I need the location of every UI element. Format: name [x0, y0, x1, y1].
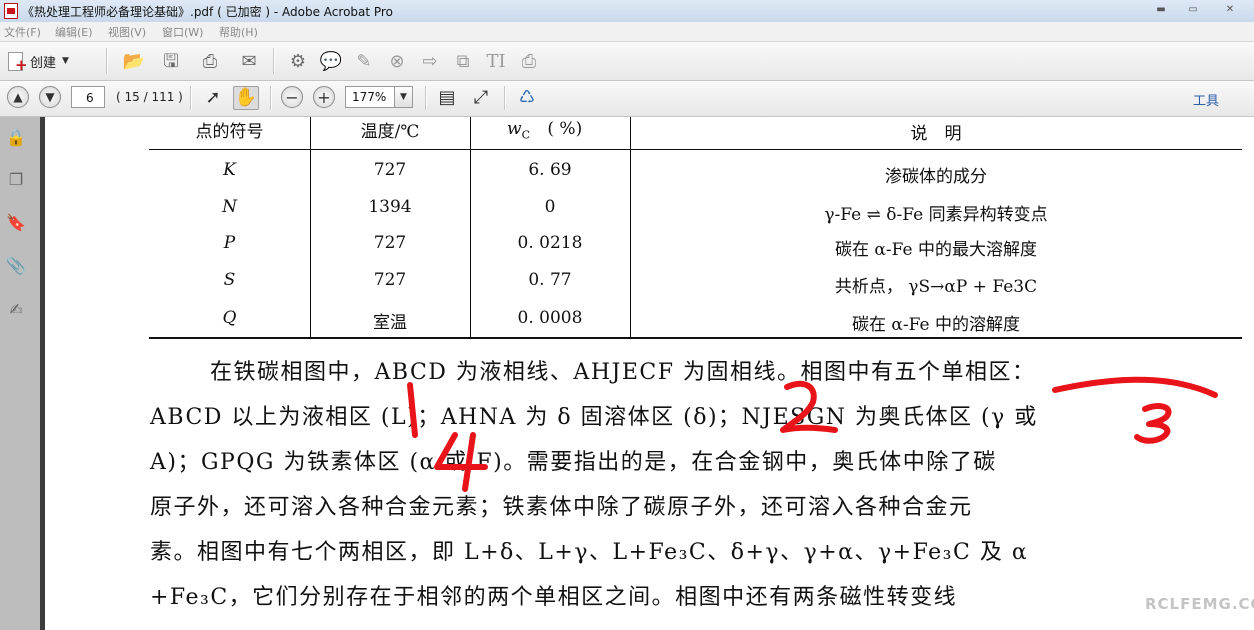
row-symbol: P — [223, 233, 236, 253]
body-text-line: 原子外，还可溶入各种合金元素；铁素体中除了碳原子外，还可溶入各种合金元 — [150, 495, 973, 520]
minimize-button[interactable]: ▬ — [1148, 2, 1174, 18]
text-icon[interactable]: TI — [485, 51, 507, 73]
printer-alt-icon[interactable]: ⎙ — [518, 51, 540, 73]
zoom-level-input[interactable]: 177% — [345, 86, 395, 108]
annotation-3-stroke — [1134, 403, 1172, 444]
title-bar: 《热处理工程师必备理论基础》.pdf ( 已加密 ) - Adobe Acrob… — [0, 0, 1254, 23]
hand-tool-icon[interactable]: ✋ — [233, 86, 259, 110]
combine-icon[interactable]: ⧉ — [452, 51, 474, 73]
row-symbol: S — [223, 270, 236, 290]
attachments-icon[interactable]: 📎 — [6, 255, 26, 275]
create-label: 创建 — [30, 55, 57, 71]
menu-edit[interactable]: 编辑(E) — [55, 24, 93, 40]
email-icon[interactable]: ✉ — [236, 51, 262, 73]
folder-open-icon[interactable]: 📂 — [121, 51, 147, 73]
row-desc: 共析点， γS→αP + Fe3C — [834, 277, 1038, 297]
fit-page-icon[interactable]: ▤ — [436, 87, 458, 109]
print-icon[interactable]: ⎙ — [198, 51, 222, 73]
body-text-line: ABCD 以上为液相区 (L)；AHNA 为 δ 固溶体区 (δ)；NJESGN… — [150, 405, 1038, 430]
close-button[interactable]: ✕ — [1212, 2, 1248, 18]
table-header-rule — [149, 149, 1242, 150]
acrobat-app-icon — [4, 3, 18, 19]
comment-icon[interactable]: 💬 — [320, 51, 342, 73]
zoom-dropdown-icon[interactable]: ▼ — [395, 86, 413, 108]
row-temp: 727 — [373, 160, 407, 180]
wc-subscript: C — [521, 128, 530, 142]
row-symbol: K — [223, 160, 236, 180]
row-desc: γ-Fe ⇌ δ-Fe 同素异构转变点 — [824, 205, 1048, 225]
select-tool-icon[interactable]: ➚ — [202, 87, 224, 109]
page-thumbnails-icon[interactable]: ❐ — [6, 169, 26, 189]
row-temp: 1394 — [368, 197, 412, 217]
navigation-toolbar: ▲ ▼ 6 ( 15 / 111 ) ➚ ✋ − + 177% ▼ ▤ ⤢ ♺ … — [0, 81, 1254, 117]
menu-window[interactable]: 窗口(W) — [162, 24, 203, 40]
table-col-divider — [630, 117, 631, 337]
row-temp: 727 — [373, 233, 407, 253]
menu-file[interactable]: 文件(F) — [4, 24, 41, 40]
table-col-divider — [470, 117, 471, 337]
main-toolbar: 创建 ▼ 📂 🖫 ⎙ ✉ ⚙ 💬 ✎ ⊗ ⇨ ⧉ TI ⎙ — [0, 42, 1254, 81]
create-button[interactable]: 创建 ▼ — [6, 50, 90, 74]
delete-icon[interactable]: ⊗ — [386, 51, 408, 73]
zoom-out-button[interactable]: − — [281, 86, 303, 108]
row-temp: 室温 — [373, 313, 407, 333]
previous-page-button[interactable]: ▲ — [7, 86, 29, 108]
create-pdf-icon — [6, 51, 28, 74]
row-wc: 0. 0008 — [517, 308, 583, 328]
body-text-line: A)；GPQG 为铁素体区 (α 或 F)。需要指出的是，在合金钢中，奥氏体中除… — [150, 450, 997, 475]
export-icon[interactable]: ⇨ — [419, 51, 441, 73]
menu-view[interactable]: 视图(V) — [108, 24, 146, 40]
menu-bar: 文件(F) 编辑(E) 视图(V) 窗口(W) 帮助(H) — [0, 22, 1254, 42]
chevron-down-icon: ▼ — [62, 56, 69, 66]
row-wc: 0 — [544, 197, 556, 217]
body-text-line: …… — [150, 620, 197, 630]
lock-icon[interactable]: 🔒 — [6, 127, 26, 147]
row-desc: 碳在 α-Fe 中的最大溶解度 — [835, 240, 1037, 260]
body-text-line: +Fe₃C，它们分别存在于相邻的两个单相区之间。相图中还有两条磁性转变线 — [150, 585, 958, 610]
navigation-pane: 🔒 ❐ 🔖 📎 ✍ — [0, 117, 41, 630]
fit-width-icon[interactable]: ⤢ — [470, 87, 492, 109]
table-header-wc: wC ( %) — [507, 119, 582, 141]
bookmarks-icon[interactable]: 🔖 — [6, 212, 26, 232]
save-icon[interactable]: 🖫 — [160, 51, 182, 73]
menu-help[interactable]: 帮助(H) — [219, 24, 258, 40]
wc-unit: ( %) — [547, 119, 583, 139]
table-header-desc: 说 明 — [910, 124, 962, 144]
table-header-temp: 温度/℃ — [360, 122, 420, 142]
row-wc: 0. 0218 — [517, 233, 583, 253]
watermark: RCLFEMG.COM — [1145, 595, 1254, 613]
table-header-symbol: 点的符号 — [195, 122, 264, 142]
maximize-button[interactable]: ▭ — [1180, 2, 1206, 18]
row-wc: 6. 69 — [528, 160, 572, 180]
underline-stroke — [1052, 376, 1218, 398]
page-count: ( 15 / 111 ) — [116, 90, 183, 104]
page-number-input[interactable]: 6 — [71, 86, 105, 108]
gear-icon[interactable]: ⚙ — [287, 51, 309, 73]
row-wc: 0. 77 — [528, 270, 572, 290]
body-text-line: 在铁碳相图中，ABCD 为液相线、AHJECF 为固相线。相图中有五个单相区： — [210, 360, 1036, 385]
row-desc: 碳在 α-Fe 中的溶解度 — [852, 315, 1020, 335]
next-page-button[interactable]: ▼ — [39, 86, 61, 108]
row-symbol: Q — [222, 308, 237, 328]
table-col-divider — [310, 117, 311, 337]
wc-symbol: w — [507, 119, 522, 139]
zoom-in-button[interactable]: + — [313, 86, 335, 108]
table-bottom-rule — [149, 337, 1242, 339]
row-desc: 渗碳体的成分 — [885, 167, 987, 187]
sign-icon[interactable]: ✎ — [353, 51, 375, 73]
signatures-icon[interactable]: ✍ — [6, 299, 26, 319]
read-mode-icon[interactable]: ♺ — [515, 87, 539, 109]
document-view[interactable]: 点的符号 温度/℃ wC ( %) 说 明 K 727 6. 69 渗碳体的成分… — [45, 117, 1254, 630]
window-title: 《热处理工程师必备理论基础》.pdf ( 已加密 ) - Adobe Acrob… — [22, 5, 393, 19]
tools-pane-link[interactable]: 工具 — [1193, 90, 1219, 109]
row-symbol: N — [222, 197, 237, 217]
body-text-line: 素。相图中有七个两相区，即 L+δ、L+γ、L+Fe₃C、δ+γ、γ+α、γ+F… — [150, 540, 1029, 565]
row-temp: 727 — [373, 270, 407, 290]
